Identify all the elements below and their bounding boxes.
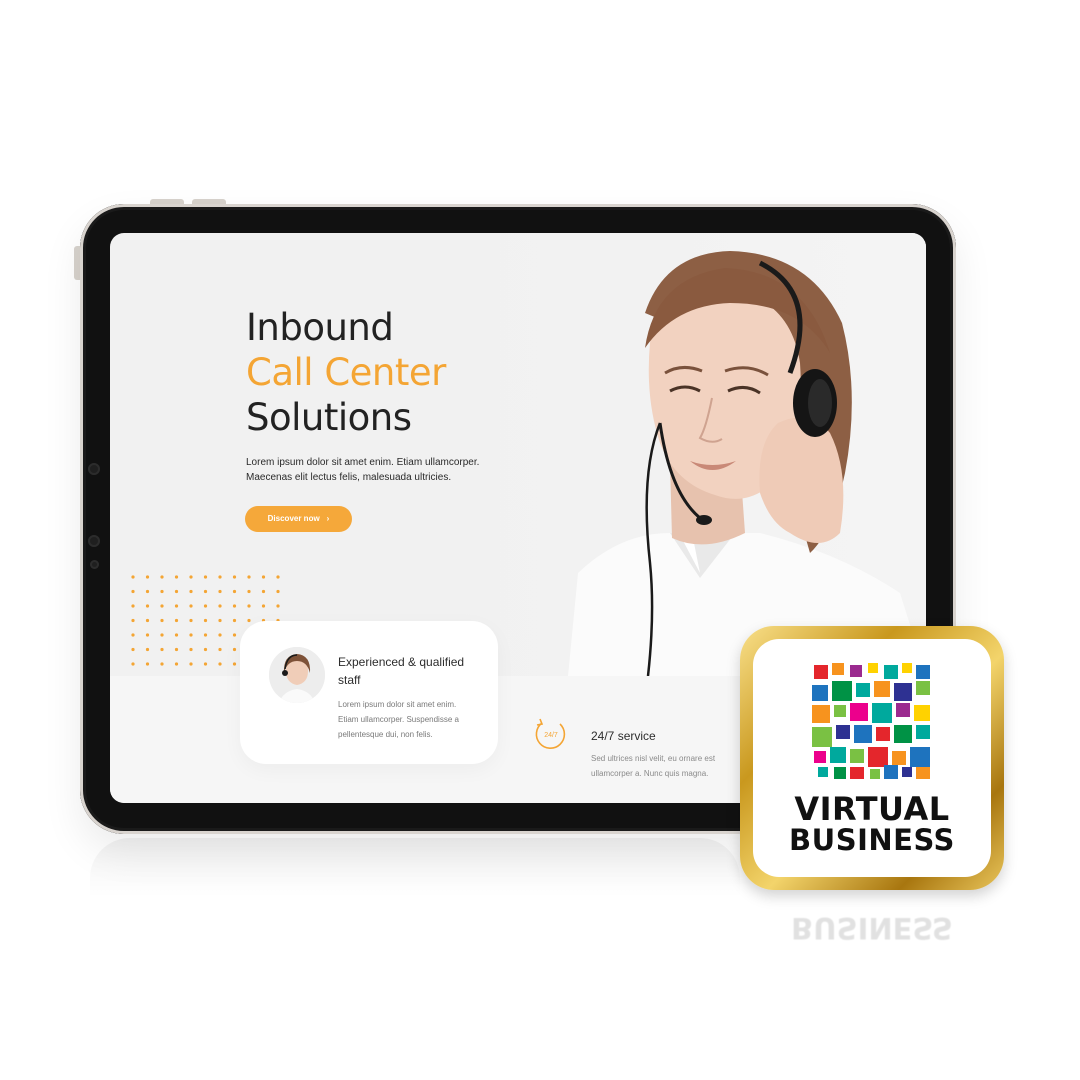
feature-title: Experienced & qualified staff [338, 655, 465, 687]
hero-title-line3: Solutions [246, 396, 412, 439]
feature-text: Sed ultrices nisl velit, eu ornare est u… [591, 754, 716, 778]
hero-agent-photo [460, 233, 926, 676]
discover-now-label: Discover now [267, 514, 320, 523]
clock-label: 24/7 [544, 732, 558, 739]
badge-title-line1: VIRTUAL [794, 790, 950, 828]
camera-icon [88, 463, 100, 475]
stage: Inbound Call Center Solutions Lorem ipsu… [0, 0, 1080, 1080]
chevron-right-icon: › [326, 514, 330, 523]
badge-title-line2: BUSINESS [789, 823, 955, 857]
feature-text: Lorem ipsum dolor sit amet enim. Etiam u… [338, 700, 459, 739]
camera-icon [88, 535, 100, 547]
agent-avatar-icon [269, 647, 325, 703]
tablet-reflection [90, 838, 740, 898]
virtual-business-logo [812, 663, 930, 779]
hero-title-line1: Inbound [246, 306, 394, 349]
hero-title: Inbound Call Center Solutions [246, 305, 446, 440]
hero-description: Lorem ipsum dolor sit amet enim. Etiam u… [246, 457, 480, 483]
discover-now-button[interactable]: Discover now › [245, 506, 352, 532]
avatar [269, 647, 325, 703]
hero-title-line2: Call Center [246, 351, 446, 394]
clock-24-7-icon: 24/7 [535, 718, 566, 749]
feature-title: 24/7 service [591, 729, 656, 743]
sensor-icon [90, 560, 99, 569]
feature-card-staff: Experienced & qualified staff Lorem ipsu… [240, 621, 498, 764]
badge-reflection: BUSINESS [791, 911, 953, 945]
